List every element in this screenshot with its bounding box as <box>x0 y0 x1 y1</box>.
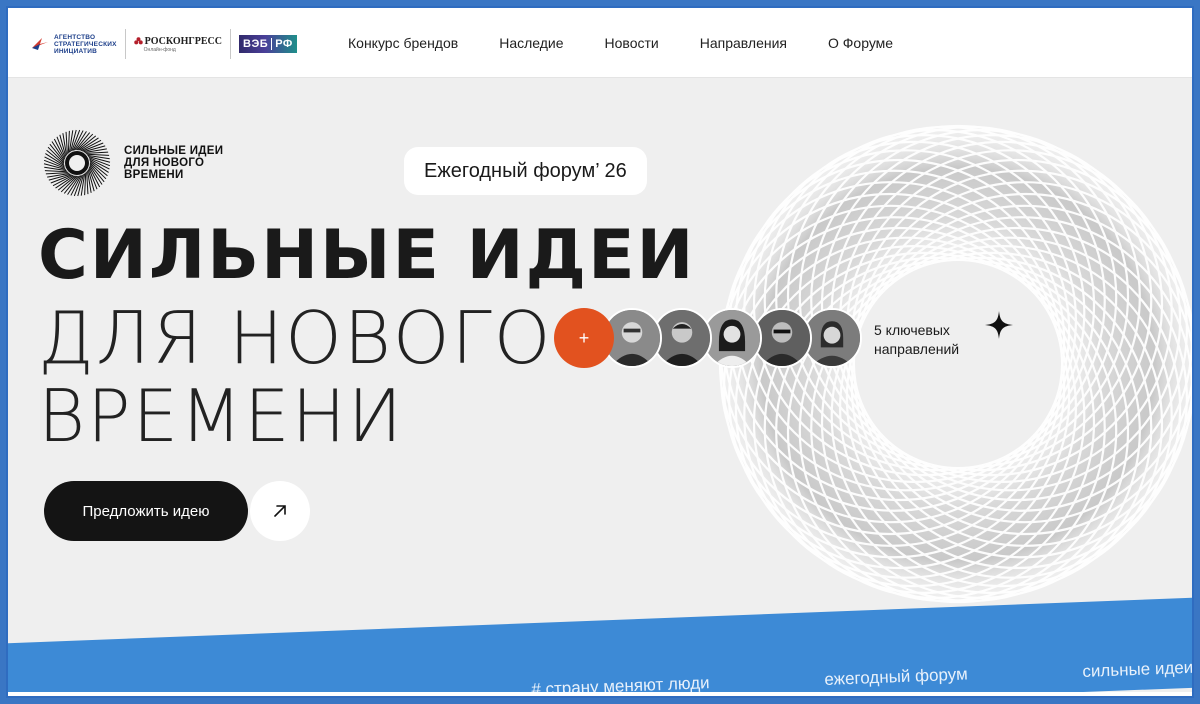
sunburst-logo-icon <box>43 129 111 197</box>
add-speaker-button[interactable]: + <box>554 308 614 368</box>
asi-logo-text: АГЕНТСТВО СТРАТЕГИЧЕСКИХ ИНИЦИАТИВ <box>54 33 117 55</box>
rf-logo-text: РФ <box>275 38 293 50</box>
asi-logo-icon <box>32 38 48 50</box>
roscongress-logo-subtext: Онлайн-фонд <box>143 46 176 53</box>
key-directions-label: 5 ключевых направлений <box>874 322 960 357</box>
sparkle-star-icon <box>985 311 1013 339</box>
roscongress-logo[interactable]: РОСКОНГРЕСС Онлайн-фонд <box>133 35 222 53</box>
hero-title-line-1: СИЛЬНЫЕ ИДЕИ <box>38 216 696 295</box>
propose-idea-button[interactable]: Предложить идею <box>44 481 248 541</box>
page-frame: АГЕНТСТВО СТРАТЕГИЧЕСКИХ ИНИЦИАТИВ РОСКО… <box>6 6 1194 698</box>
bottom-strip <box>8 692 1192 696</box>
logo-divider <box>124 29 126 59</box>
ribbon-text: сильные идеи <box>1082 657 1194 681</box>
propose-idea-arrow-button[interactable] <box>250 481 310 541</box>
nav-brand-contest[interactable]: Конкурс брендов <box>348 35 458 51</box>
site-header: АГЕНТСТВО СТРАТЕГИЧЕСКИХ ИНИЦИАТИВ РОСКО… <box>8 8 1192 78</box>
brand-text: СИЛЬНЫЕ ИДЕИ ДЛЯ НОВОГО ВРЕМЕНИ <box>124 145 224 181</box>
nav-about-forum[interactable]: О Форуме <box>828 35 893 51</box>
arrow-up-right-icon <box>274 505 286 517</box>
forum-brand[interactable]: СИЛЬНЫЕ ИДЕИ ДЛЯ НОВОГО ВРЕМЕНИ <box>42 128 223 198</box>
asi-logo[interactable]: АГЕНТСТВО СТРАТЕГИЧЕСКИХ ИНИЦИАТИВ <box>30 34 117 55</box>
main-nav: Конкурс брендов Наследие Новости Направл… <box>348 8 934 78</box>
nav-directions[interactable]: Направления <box>700 35 787 51</box>
nav-legacy[interactable]: Наследие <box>499 35 563 51</box>
roscongress-flower-icon <box>133 36 143 44</box>
veb-logo-text: ВЭБ <box>243 38 269 50</box>
roscongress-logo-text: РОСКОНГРЕСС <box>144 35 222 47</box>
partner-logos: АГЕНТСТВО СТРАТЕГИЧЕСКИХ ИНИЦИАТИВ РОСКО… <box>30 26 297 62</box>
annual-forum-badge: Ежегодный форум’ 26 <box>404 147 647 195</box>
logo-divider <box>230 29 231 59</box>
nav-news[interactable]: Новости <box>605 35 659 51</box>
veb-rf-logo[interactable]: ВЭБ РФ <box>239 35 297 53</box>
hero-title-line-3: ВРЕМЕНИ <box>38 374 405 458</box>
hero-title-line-2: ДЛЯ НОВОГО <box>38 296 553 380</box>
